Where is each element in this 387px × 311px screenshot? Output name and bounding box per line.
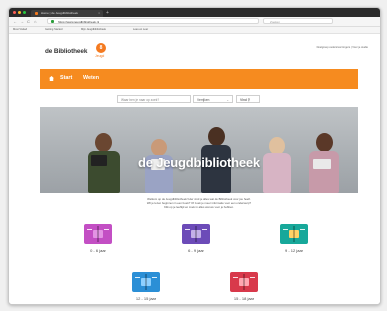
age-group-12-15[interactable]: 12 - 15 jaar <box>121 272 171 301</box>
book-icon <box>230 272 258 292</box>
age-label: 6 - 9 jaar <box>188 248 204 253</box>
tab-bar: Home | de Jeugdbibliotheek × + <box>9 8 380 17</box>
page-content: de Bibliotheek 8 Jeugd Doelgroep ouders/… <box>9 34 380 304</box>
logo-subtitle: Jeugd <box>95 54 105 58</box>
age-group-6-9[interactable]: 6 - 9 jaar <box>171 224 221 253</box>
tab-active[interactable]: Home | de Jeugdbibliotheek × <box>31 10 103 17</box>
home-icon[interactable]: ⌂ <box>34 18 36 25</box>
site-logo[interactable]: de Bibliotheek <box>45 48 87 55</box>
menu-item-weten[interactable]: Weten <box>83 74 99 82</box>
menu-item-start[interactable]: Start <box>60 74 72 82</box>
site-search-input[interactable]: Waar ben je naar op zoek? <box>117 95 191 103</box>
search-button[interactable]: Vind ⚲ <box>236 95 260 103</box>
book-icon <box>280 224 308 244</box>
forward-icon[interactable]: → <box>20 18 24 25</box>
main-menu: Start Weten <box>40 69 358 89</box>
hero-title: de Jeugdbibliotheek <box>138 155 260 170</box>
browser-window: Home | de Jeugdbibliotheek × + ← → C ⌂ h… <box>8 7 381 305</box>
favicon-icon <box>35 11 38 15</box>
chevron-down-icon: ⌄ <box>226 98 229 102</box>
top-links[interactable]: Doelgroep ouders/verzorgers | Voor je st… <box>317 46 368 49</box>
search-filter-select[interactable]: Verrijken ⌄ <box>193 95 233 103</box>
browser-search-input[interactable]: Zoeken <box>263 18 333 24</box>
logo-badge-icon: 8 <box>96 43 106 53</box>
age-label: 0 - 6 jaar <box>90 248 106 253</box>
navigation-bar: ← → C ⌂ https://www.jeugdbibliotheek.nl … <box>9 17 380 27</box>
book-icon <box>182 224 210 244</box>
bookmarks-bar: Most Visited Getting Started Mijn Jeugdb… <box>9 27 380 34</box>
back-icon[interactable]: ← <box>13 18 17 25</box>
intro-text: Welkom op de Jeugdbibliotheek! Hier vind… <box>109 197 289 209</box>
url-text: https://www.jeugdbibliotheek.nl <box>58 20 100 24</box>
close-window-icon[interactable] <box>13 11 16 14</box>
age-group-0-6[interactable]: 0 - 6 jaar <box>73 224 123 253</box>
age-label: 9 - 12 jaar <box>284 248 303 253</box>
lock-icon <box>51 20 54 23</box>
home-menu-icon[interactable] <box>49 76 54 81</box>
reload-icon[interactable]: C <box>27 18 30 25</box>
tab-close-icon[interactable]: × <box>98 10 100 17</box>
address-bar[interactable]: https://www.jeugdbibliotheek.nl <box>47 18 259 24</box>
bookmark-item[interactable]: Getting Started <box>45 27 62 33</box>
book-icon <box>84 224 112 244</box>
bookmark-item[interactable]: Mijn Jeugdbibliotheek <box>81 27 106 33</box>
minimize-window-icon[interactable] <box>18 11 21 14</box>
age-label: 12 - 15 jaar <box>135 296 157 301</box>
hero-banner: de Jeugdbibliotheek <box>40 107 358 193</box>
intro-line: Klik op je leeftijd en zoek in alles wat… <box>164 205 234 209</box>
search-icon: ⚲ <box>247 98 251 102</box>
search-button-label: Vind <box>240 98 247 102</box>
new-tab-button[interactable]: + <box>106 9 109 17</box>
maximize-window-icon[interactable] <box>23 11 26 14</box>
book-icon <box>132 272 160 292</box>
bookmark-item[interactable]: Lees en Leer <box>133 27 148 33</box>
age-label: 15 - 18 jaar <box>233 296 255 301</box>
age-group-9-12[interactable]: 9 - 12 jaar <box>269 224 319 253</box>
bookmark-item[interactable]: Most Visited <box>13 27 27 33</box>
age-group-15-18[interactable]: 15 - 18 jaar <box>219 272 269 301</box>
tab-title: Home | de Jeugdbibliotheek <box>40 11 78 15</box>
select-value: Verrijken <box>197 98 210 102</box>
